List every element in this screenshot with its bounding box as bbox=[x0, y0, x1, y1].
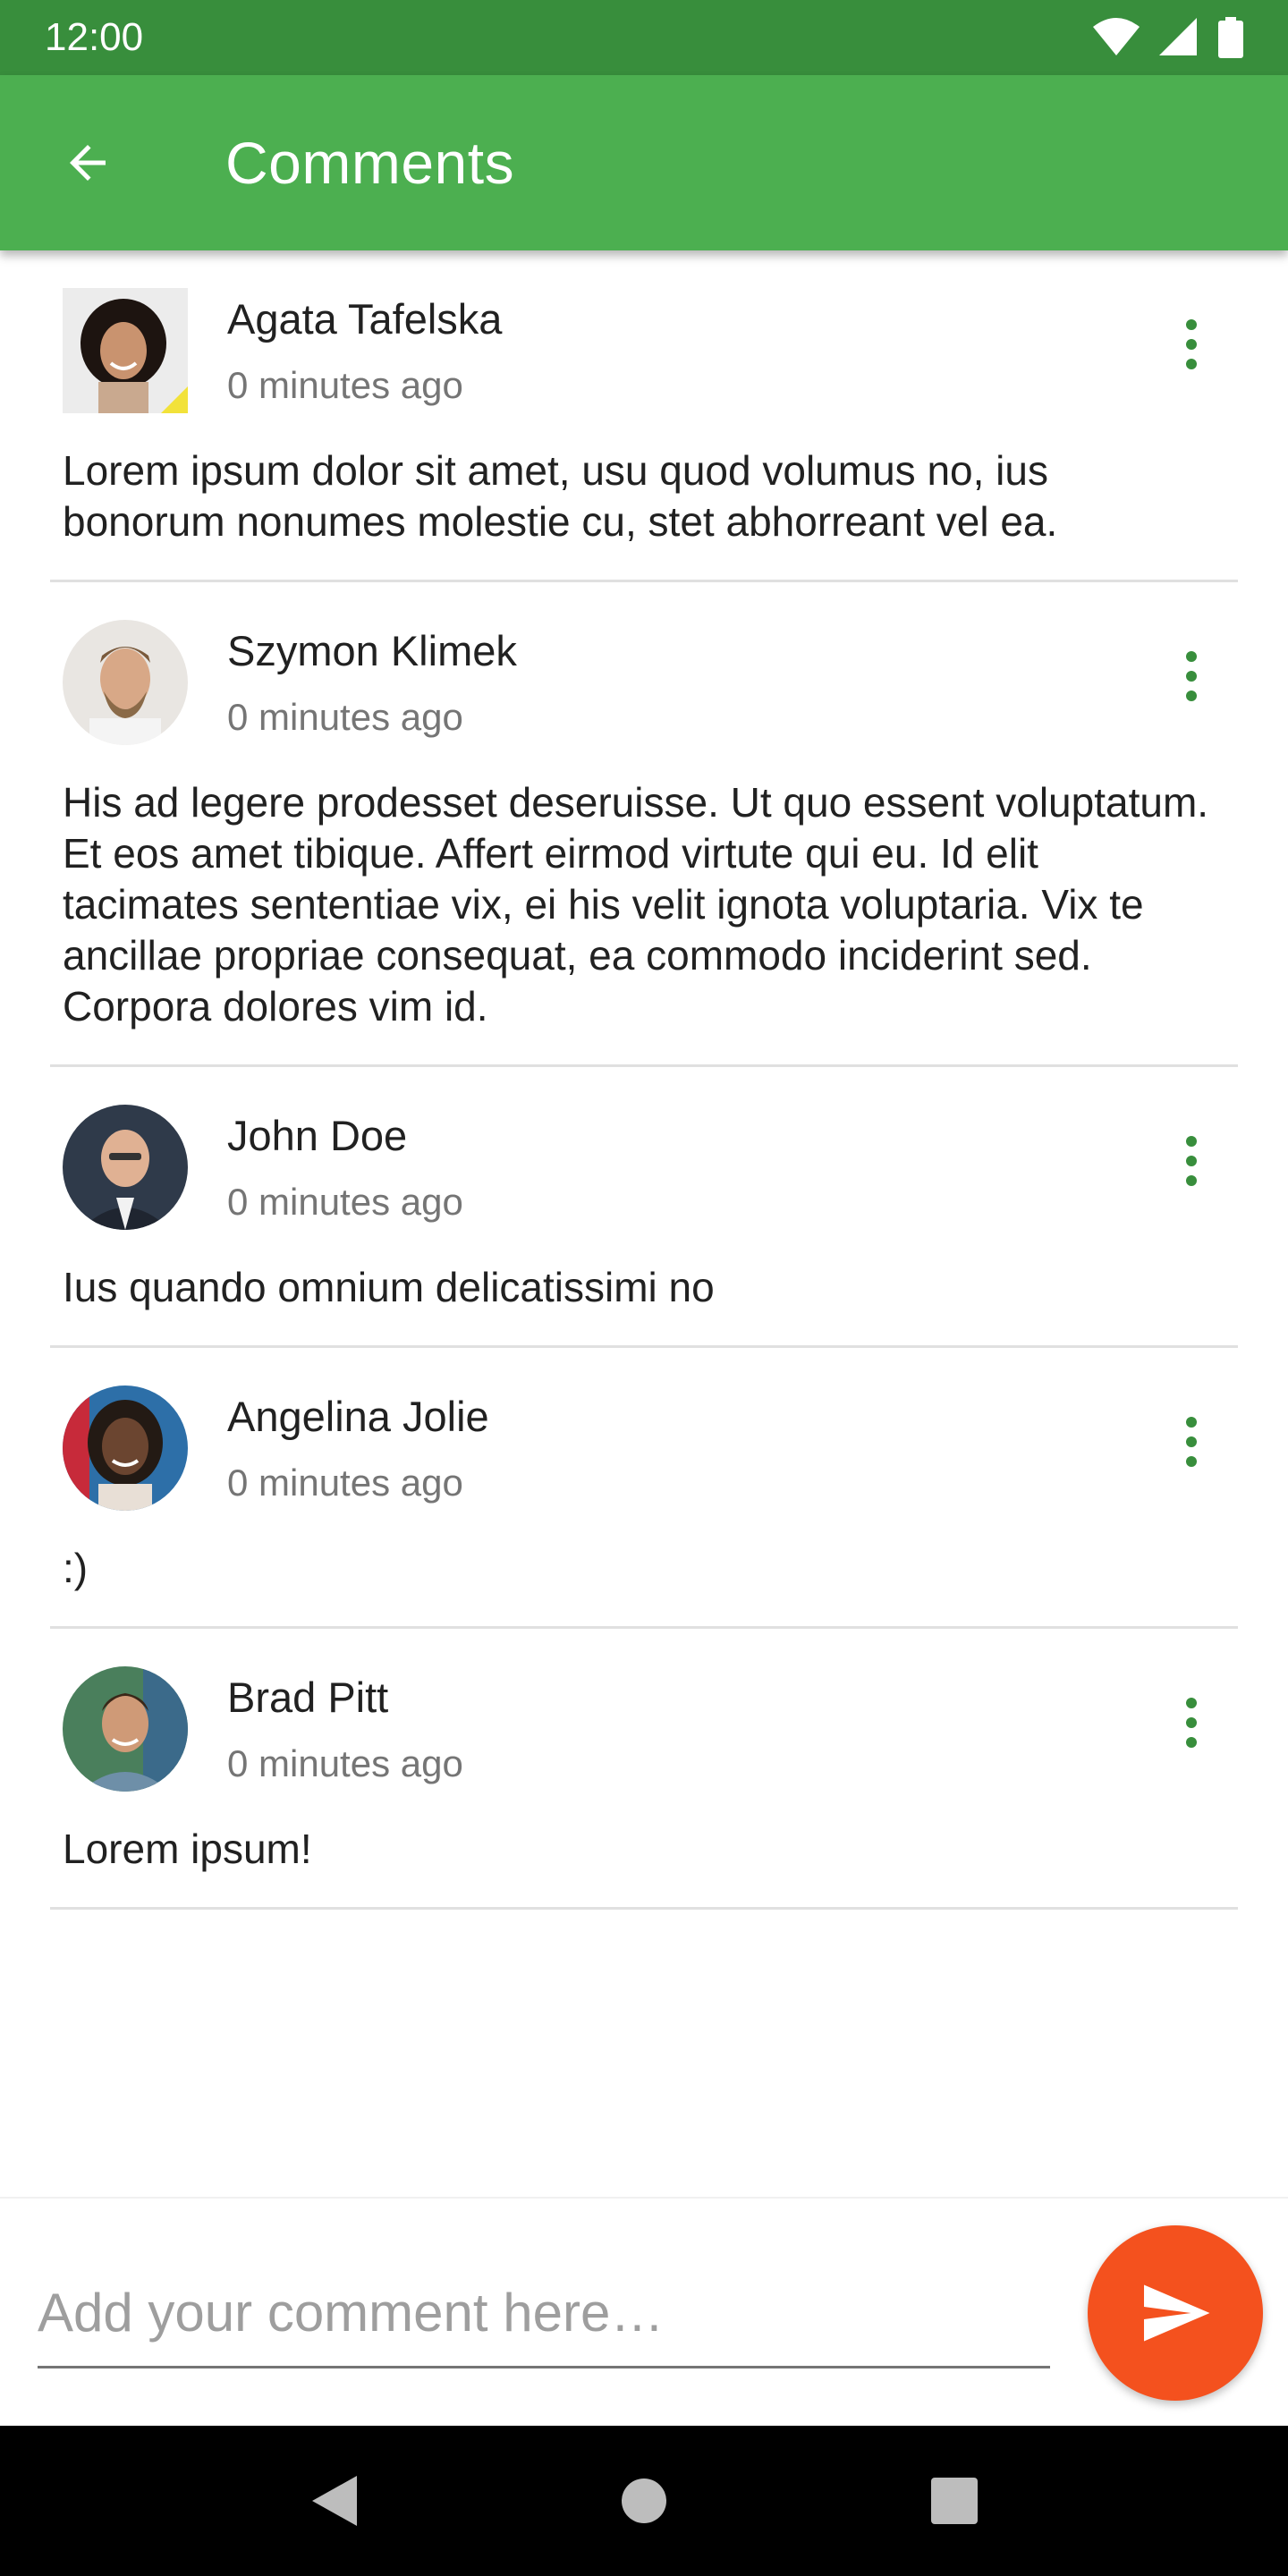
nav-recents-button[interactable] bbox=[910, 2456, 999, 2546]
author-name[interactable]: Angelina Jolie bbox=[227, 1389, 1225, 1445]
comment-item: John Doe 0 minutes ago Ius quando omnium… bbox=[50, 1067, 1238, 1348]
more-options-button[interactable] bbox=[1172, 1121, 1211, 1201]
nav-back-icon bbox=[312, 2476, 358, 2526]
more-vert-dot bbox=[1186, 1717, 1197, 1728]
nav-home-button[interactable] bbox=[599, 2456, 689, 2546]
author-name[interactable]: Szymon Klimek bbox=[227, 623, 1225, 679]
app-bar: Comments bbox=[0, 75, 1288, 250]
author-name[interactable]: Agata Tafelska bbox=[227, 292, 1225, 347]
comment-composer bbox=[0, 2197, 1288, 2426]
comment-text: Ius quando omnium delicatissimi no bbox=[63, 1264, 715, 1310]
nav-home-icon bbox=[621, 2479, 666, 2523]
author-name[interactable]: Brad Pitt bbox=[227, 1670, 1225, 1725]
more-vert-icon bbox=[1186, 319, 1197, 330]
avatar[interactable] bbox=[63, 620, 188, 745]
status-icons bbox=[1093, 17, 1243, 58]
avatar[interactable] bbox=[63, 1385, 188, 1511]
more-options-button[interactable] bbox=[1172, 304, 1211, 385]
comment-meta: Agata Tafelska 0 minutes ago bbox=[227, 288, 1225, 410]
comment-header: Agata Tafelska 0 minutes ago bbox=[63, 288, 1225, 413]
comment-time: 0 minutes ago bbox=[227, 1462, 463, 1504]
wifi-icon bbox=[1093, 18, 1140, 55]
avatar-image bbox=[63, 1666, 188, 1792]
avatar-image bbox=[63, 288, 188, 413]
system-navigation-bar bbox=[0, 2426, 1288, 2576]
comment-text: Lorem ipsum dolor sit amet, usu quod vol… bbox=[63, 447, 1058, 545]
comment-time: 0 minutes ago bbox=[227, 364, 463, 406]
comment-item: Angelina Jolie 0 minutes ago :) bbox=[50, 1348, 1238, 1629]
signal-icon bbox=[1159, 18, 1197, 55]
more-options-button[interactable] bbox=[1172, 636, 1211, 716]
avatar[interactable] bbox=[63, 1105, 188, 1230]
comment-list: Agata Tafelska 0 minutes ago Lorem ipsum… bbox=[0, 250, 1288, 1910]
comments-screen: 12:00 Comments Agata Tafelska 0 minutes … bbox=[0, 0, 1288, 2576]
back-button[interactable] bbox=[43, 118, 132, 208]
more-vert-dot bbox=[1186, 671, 1197, 682]
comment-time: 0 minutes ago bbox=[227, 1742, 463, 1784]
comment-header: John Doe 0 minutes ago bbox=[63, 1105, 1225, 1230]
comment-time: 0 minutes ago bbox=[227, 696, 463, 738]
comment-item: Brad Pitt 0 minutes ago Lorem ipsum! bbox=[50, 1629, 1238, 1910]
comment-text: :) bbox=[63, 1545, 89, 1591]
more-vert-dot bbox=[1186, 1737, 1197, 1748]
comment-input[interactable] bbox=[38, 2270, 1050, 2368]
more-vert-dot bbox=[1186, 1436, 1197, 1447]
author-name[interactable]: John Doe bbox=[227, 1108, 1225, 1164]
avatar[interactable] bbox=[63, 1666, 188, 1792]
comment-meta: Angelina Jolie 0 minutes ago bbox=[227, 1385, 1225, 1507]
send-icon bbox=[1144, 2284, 1210, 2342]
status-bar: 12:00 bbox=[0, 0, 1288, 75]
comment-time: 0 minutes ago bbox=[227, 1181, 463, 1223]
comment-header: Angelina Jolie 0 minutes ago bbox=[63, 1385, 1225, 1511]
comment-item: Szymon Klimek 0 minutes ago His ad leger… bbox=[50, 582, 1238, 1067]
comment-header: Brad Pitt 0 minutes ago bbox=[63, 1666, 1225, 1792]
nav-back-button[interactable] bbox=[289, 2456, 378, 2546]
send-button[interactable] bbox=[1088, 2225, 1263, 2401]
arrow-back-icon bbox=[70, 145, 106, 181]
nav-recents-icon bbox=[930, 2478, 978, 2524]
more-vert-icon bbox=[1186, 1136, 1197, 1147]
comment-meta: John Doe 0 minutes ago bbox=[227, 1105, 1225, 1226]
comment-meta: Brad Pitt 0 minutes ago bbox=[227, 1666, 1225, 1788]
status-time: 12:00 bbox=[45, 15, 144, 59]
comment-item: Agata Tafelska 0 minutes ago Lorem ipsum… bbox=[50, 250, 1238, 582]
more-vert-dot bbox=[1186, 1156, 1197, 1166]
more-vert-icon bbox=[1186, 651, 1197, 662]
more-vert-icon bbox=[1186, 1417, 1197, 1428]
comment-header: Szymon Klimek 0 minutes ago bbox=[63, 620, 1225, 745]
avatar-image bbox=[63, 1385, 188, 1511]
comment-text: Lorem ipsum! bbox=[63, 1826, 312, 1872]
more-options-button[interactable] bbox=[1172, 1682, 1211, 1763]
more-vert-dot bbox=[1186, 339, 1197, 350]
more-options-button[interactable] bbox=[1172, 1402, 1211, 1482]
battery-icon bbox=[1218, 17, 1243, 58]
more-vert-dot bbox=[1186, 359, 1197, 369]
page-title: Comments bbox=[225, 130, 515, 196]
avatar-image bbox=[63, 620, 188, 745]
avatar[interactable] bbox=[63, 288, 188, 413]
avatar-image bbox=[63, 1105, 188, 1230]
comment-text: His ad legere prodesset deseruisse. Ut q… bbox=[63, 779, 1209, 1030]
more-vert-icon bbox=[1186, 1698, 1197, 1708]
more-vert-dot bbox=[1186, 691, 1197, 701]
comment-meta: Szymon Klimek 0 minutes ago bbox=[227, 620, 1225, 741]
more-vert-dot bbox=[1186, 1456, 1197, 1467]
more-vert-dot bbox=[1186, 1175, 1197, 1186]
